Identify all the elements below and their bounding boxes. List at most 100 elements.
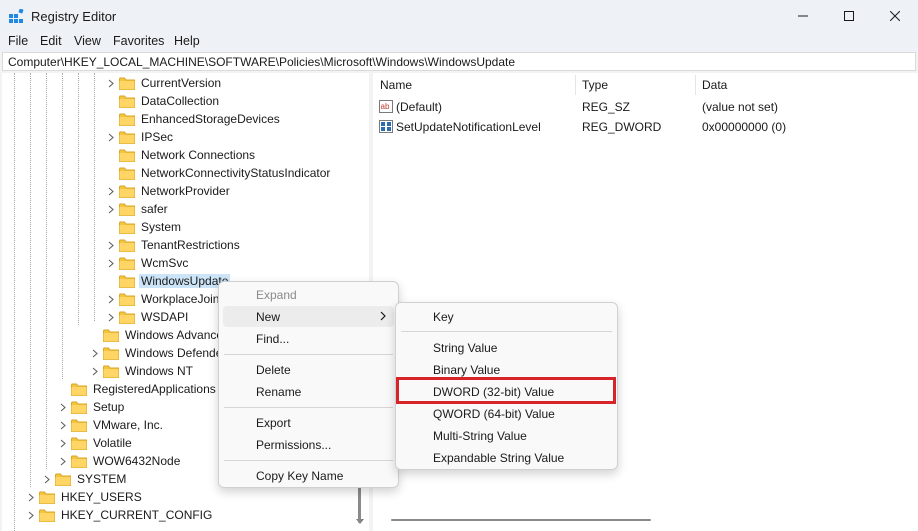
tree-expander[interactable]: [58, 398, 68, 416]
tree-expander[interactable]: [26, 506, 36, 524]
menu-view[interactable]: View: [74, 34, 101, 48]
value-row[interactable]: SetUpdateNotificationLevel REG_DWORD 0x0…: [373, 118, 918, 136]
tree-expander[interactable]: [58, 434, 68, 452]
tree-item[interactable]: WSDAPI: [106, 308, 188, 326]
tree-item[interactable]: TenantRestrictions: [106, 236, 240, 254]
tree-item[interactable]: WcmSvc: [106, 254, 188, 272]
minimize-button[interactable]: [780, 0, 826, 32]
tree-expander[interactable]: [106, 200, 116, 218]
tree-item[interactable]: EnhancedStorageDevices: [106, 110, 280, 128]
chevron-right-icon: [28, 511, 34, 519]
tree-item[interactable]: VMware, Inc.: [58, 416, 163, 434]
tree-item[interactable]: Volatile: [58, 434, 132, 452]
tree-item[interactable]: SYSTEM: [42, 470, 126, 488]
tree-item[interactable]: NetworkConnectivityStatusIndicator: [106, 164, 330, 182]
maximize-button[interactable]: [826, 0, 872, 32]
submenu-item-multi-string-value[interactable]: Multi-String Value: [400, 425, 613, 446]
tree-item[interactable]: HKEY_CURRENT_CONFIG: [26, 506, 212, 524]
values-scroll-thumb[interactable]: [391, 519, 651, 521]
tree-item[interactable]: DataCollection: [106, 92, 219, 110]
menu-item-permissions[interactable]: Permissions...: [223, 434, 394, 455]
column-name-label: Name: [380, 78, 413, 92]
folder-icon: [71, 401, 87, 414]
tree-item[interactable]: Windows Defende: [90, 344, 222, 362]
highlight-annotation: [396, 377, 616, 404]
tree-item[interactable]: Windows NT: [90, 362, 193, 380]
column-divider[interactable]: [575, 75, 576, 95]
tree-item-label: Volatile: [93, 436, 132, 450]
tree-expander[interactable]: [26, 488, 36, 506]
tree-expander[interactable]: [106, 308, 116, 326]
menu-file[interactable]: File: [8, 34, 28, 48]
tree-item[interactable]: safer: [106, 200, 168, 218]
chevron-right-icon: [28, 493, 34, 501]
submenu-item-expandable-string-value[interactable]: Expandable String Value: [400, 447, 613, 468]
tree-expander[interactable]: [106, 182, 116, 200]
tree-item[interactable]: Windows Advance: [90, 326, 223, 344]
submenu-item-qword-value[interactable]: QWORD (64-bit) Value: [400, 403, 613, 424]
tree-item-label: Windows NT: [125, 364, 194, 378]
menu-edit[interactable]: Edit: [40, 34, 62, 48]
tree-item[interactable]: WindowsUpdate: [106, 272, 231, 290]
submenu-item-string-value[interactable]: String Value: [400, 337, 613, 358]
tree-item-label: VMware, Inc.: [93, 418, 164, 432]
tree-expander[interactable]: [90, 362, 100, 380]
tree-expander[interactable]: [106, 236, 116, 254]
menu-help[interactable]: Help: [174, 34, 200, 48]
column-divider[interactable]: [695, 75, 696, 95]
chevron-right-icon: [92, 367, 98, 375]
menu-item-delete[interactable]: Delete: [223, 359, 394, 380]
menu-separator: [401, 331, 612, 332]
tree-item[interactable]: WOW6432Node: [58, 452, 180, 470]
tree-expander[interactable]: [42, 470, 52, 488]
menu-item-find[interactable]: Find...: [223, 328, 394, 349]
tree-item[interactable]: IPSec: [106, 128, 173, 146]
tree-expander[interactable]: [90, 344, 100, 362]
tree-item[interactable]: HKEY_USERS: [26, 488, 142, 506]
menu-item-copy-key-name[interactable]: Copy Key Name: [223, 465, 394, 486]
column-header-data[interactable]: Data: [702, 73, 902, 97]
tree-item-label: NetworkProvider: [141, 184, 230, 198]
menu-item-new[interactable]: New: [223, 306, 394, 327]
tree-item[interactable]: CurrentVersion: [106, 74, 221, 92]
folder-icon: [119, 257, 135, 270]
column-header-type[interactable]: Type: [582, 73, 694, 97]
value-name: (Default): [396, 100, 443, 114]
folder-icon: [119, 221, 135, 234]
address-bar[interactable]: Computer\HKEY_LOCAL_MACHINE\SOFTWARE\Pol…: [2, 52, 916, 71]
folder-icon: [71, 455, 87, 468]
submenu-item-key[interactable]: Key: [400, 306, 613, 327]
tree-expander[interactable]: [58, 416, 68, 434]
folder-icon: [103, 329, 119, 342]
tree-expander[interactable]: [106, 74, 116, 92]
menu-item-label: Delete: [256, 362, 291, 377]
tree-item[interactable]: Setup: [58, 398, 124, 416]
tree-item[interactable]: NetworkProvider: [106, 182, 230, 200]
tree-item-label: WSDAPI: [141, 310, 189, 324]
menu-item-rename[interactable]: Rename: [223, 381, 394, 402]
tree-expander[interactable]: [106, 290, 116, 308]
menu-favorites[interactable]: Favorites: [113, 34, 164, 48]
tree-expander: [58, 380, 68, 398]
tree-scroll-thumb[interactable]: [358, 483, 361, 523]
tree-expander[interactable]: [58, 452, 68, 470]
menu-separator: [224, 407, 393, 408]
value-row[interactable]: ab (Default) REG_SZ (value not set): [373, 98, 918, 116]
tree-expander: [90, 326, 100, 344]
tree-item[interactable]: System: [106, 218, 181, 236]
close-button[interactable]: [872, 0, 918, 32]
folder-icon: [119, 149, 135, 162]
menu-item-export[interactable]: Export: [223, 412, 394, 433]
tree-expander[interactable]: [106, 254, 116, 272]
tree-item-label: Windows Defende: [125, 346, 223, 360]
tree-item[interactable]: RegisteredApplications: [58, 380, 216, 398]
tree-item[interactable]: Network Connections: [106, 146, 255, 164]
folder-icon: [119, 311, 135, 324]
tree-guide-line: [94, 73, 95, 321]
tree-expander[interactable]: [106, 128, 116, 146]
tree-guide-line: [78, 73, 79, 325]
folder-icon: [119, 293, 135, 306]
tree-item-label: Windows Advance: [125, 328, 224, 342]
column-header-name[interactable]: Name: [380, 73, 575, 97]
tree-item[interactable]: WorkplaceJoin: [106, 290, 219, 308]
